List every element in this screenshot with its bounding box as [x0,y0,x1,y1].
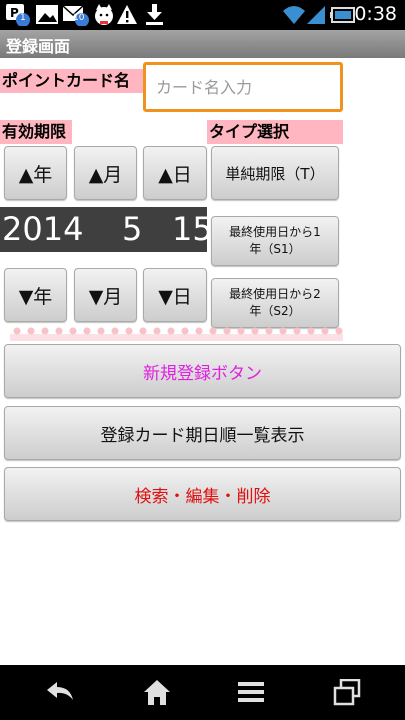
menu-icon[interactable] [237,679,265,705]
recent-apps-icon[interactable] [333,679,361,707]
type-simple-button[interactable]: 単純期限（T） [211,146,339,200]
date-display: 2014 5 15 [0,207,213,252]
download-icon [146,4,163,25]
register-button[interactable]: 新規登録ボタン [4,344,401,398]
card-name-label: ポイントカード名 [0,69,143,93]
warning-icon [117,5,137,24]
signal-icon [307,6,325,24]
back-icon[interactable] [45,679,75,705]
day-up-button[interactable]: ▲日 [143,146,207,200]
badge-10: 10 [73,13,85,23]
page-title: 登録画面 [6,37,71,56]
month-up-button[interactable]: ▲月 [74,146,137,200]
home-icon[interactable] [143,679,171,707]
type-label: タイプ選択 [207,120,343,144]
status-bar: P 1 10 0:38 [0,0,405,30]
search-edit-delete-button[interactable]: 検索・編集・削除 [4,467,401,521]
navigation-bar [0,665,405,720]
badge-1: 1 [20,13,26,23]
title-bar: 登録画面 [0,30,405,58]
lace-decoration [10,327,343,341]
month-value: 5 [122,210,143,248]
year-up-button[interactable]: ▲年 [4,146,67,200]
year-down-button[interactable]: ▼年 [4,268,67,322]
type-s1-button[interactable]: 最終使用日から1年（S1） [211,216,339,266]
notification-p-icon: P [6,4,30,26]
wifi-icon [283,6,305,24]
day-value: 15 [172,210,213,248]
year-value: 2014 [2,210,84,248]
month-down-button[interactable]: ▼月 [74,268,137,322]
cat-app-icon [95,4,113,25]
list-by-date-button[interactable]: 登録カード期日順一覧表示 [4,406,401,460]
type-s2-button[interactable]: 最終使用日から2年（S2） [211,278,339,328]
card-name-input[interactable] [143,62,343,112]
image-icon [36,5,58,24]
clock: 0:38 [354,3,397,25]
day-down-button[interactable]: ▼日 [143,268,207,322]
expiry-label: 有効期限 [0,120,72,144]
